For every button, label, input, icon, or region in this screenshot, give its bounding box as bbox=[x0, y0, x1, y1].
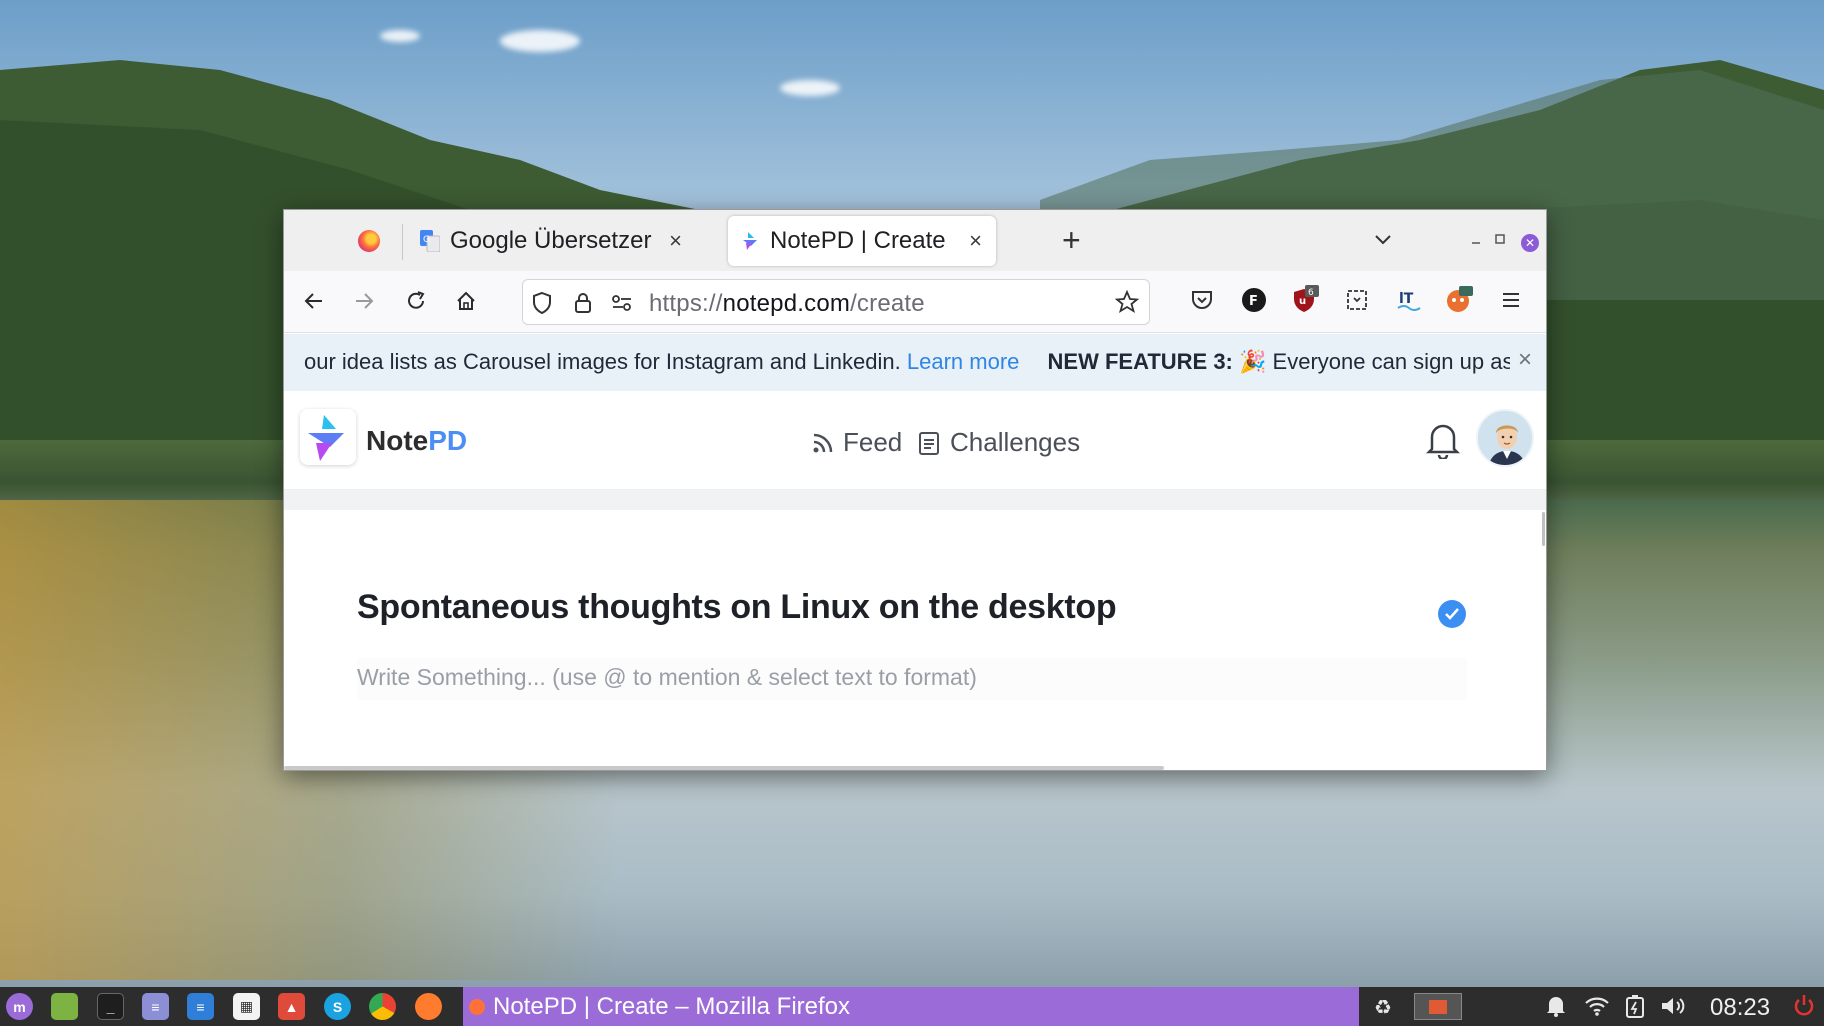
nav-challenges-label: Challenges bbox=[950, 427, 1081, 457]
navigation-toolbar: https://notepd.com/create F u6 lT bbox=[284, 271, 1546, 333]
firefox-icon bbox=[358, 230, 380, 252]
tab-separator bbox=[402, 224, 403, 260]
tracking-protection-shield-icon[interactable] bbox=[531, 291, 553, 320]
firefox-window: G Google Übersetzer × NotePD | Create × … bbox=[283, 209, 1547, 771]
nav-feed[interactable]: Feed bbox=[811, 427, 902, 458]
list-all-tabs-icon[interactable] bbox=[1372, 228, 1394, 255]
url-path: /create bbox=[850, 290, 925, 317]
power-icon[interactable] bbox=[1792, 993, 1816, 1025]
url-bar[interactable]: https://notepd.com/create bbox=[522, 279, 1150, 325]
feedly-extension-icon[interactable]: F bbox=[1239, 285, 1269, 315]
tab-notepd-create[interactable]: NotePD | Create × bbox=[728, 216, 996, 266]
idea-editor-field[interactable]: Write Something... (use @ to mention & s… bbox=[357, 658, 1467, 700]
list-title-input[interactable]: Spontaneous thoughts on Linux on the des… bbox=[357, 588, 1117, 627]
rss-icon bbox=[813, 433, 833, 452]
forward-icon[interactable] bbox=[346, 283, 382, 319]
svg-text:G: G bbox=[423, 235, 430, 245]
banner-feature-text: Everyone can sign up as p bbox=[1272, 349, 1532, 374]
svg-text:u: u bbox=[1299, 296, 1306, 307]
hamburger-menu-icon[interactable] bbox=[1496, 285, 1526, 315]
trash-icon[interactable]: ♻ bbox=[1374, 995, 1392, 1020]
workspace-switcher[interactable] bbox=[1414, 993, 1462, 1020]
mint-menu-icon[interactable]: m bbox=[6, 993, 33, 1020]
brand-pd: PD bbox=[428, 425, 468, 456]
vertical-scrollbar[interactable] bbox=[1542, 512, 1545, 546]
tab-label: Google Übersetzer bbox=[450, 227, 652, 254]
minimize-icon[interactable] bbox=[1470, 232, 1482, 250]
taskbar-window-title: NotePD | Create – Mozilla Firefox bbox=[493, 992, 851, 1020]
notification-bell-icon[interactable] bbox=[1425, 421, 1461, 464]
checkmark-icon[interactable] bbox=[1438, 600, 1466, 628]
party-emoji-icon: 🎉 bbox=[1239, 349, 1267, 374]
site-brand[interactable]: NotePD bbox=[366, 425, 467, 457]
new-tab-button[interactable]: + bbox=[1062, 222, 1081, 259]
tab-bar: G Google Übersetzer × NotePD | Create × … bbox=[284, 210, 1546, 271]
impress-icon[interactable]: ▲ bbox=[278, 993, 305, 1020]
announcement-banner: our idea lists as Carousel images for In… bbox=[284, 334, 1546, 391]
taskbar-active-window[interactable]: NotePD | Create – Mozilla Firefox bbox=[463, 987, 1359, 1026]
reload-icon[interactable] bbox=[398, 283, 434, 319]
chrome-icon[interactable] bbox=[369, 993, 396, 1020]
notepd-favicon bbox=[740, 231, 760, 251]
workspace-window-thumb bbox=[1429, 1000, 1447, 1014]
languagetool-icon[interactable]: lT bbox=[1394, 285, 1424, 315]
banner-feature-label: NEW FEATURE 3: bbox=[1047, 349, 1233, 374]
nav-challenges[interactable]: Challenges bbox=[918, 427, 1080, 458]
clock[interactable]: 08:23 bbox=[1710, 994, 1770, 1022]
taskbar: m _ ≡ ≡ ▦ ▲ S NotePD | Create – Mozilla … bbox=[0, 987, 1824, 1026]
bookmark-star-icon[interactable] bbox=[1114, 289, 1140, 319]
firefox-launcher-icon[interactable] bbox=[415, 993, 442, 1020]
banner-close-icon[interactable]: × bbox=[1509, 346, 1532, 374]
notepd-logo-icon[interactable] bbox=[300, 409, 356, 465]
create-list-editor: Spontaneous thoughts on Linux on the des… bbox=[284, 510, 1546, 770]
ublock-badge-count: 6 bbox=[1308, 288, 1314, 298]
tampermonkey-icon[interactable] bbox=[1444, 285, 1474, 315]
svg-text:lT: lT bbox=[1399, 291, 1414, 307]
url-scheme: https:// bbox=[649, 290, 723, 317]
google-translate-icon: G bbox=[420, 230, 441, 253]
url-host: notepd.com bbox=[722, 290, 851, 317]
tab-close-icon[interactable]: × bbox=[669, 228, 682, 254]
page-divider bbox=[284, 490, 1546, 510]
user-avatar[interactable] bbox=[1476, 409, 1534, 467]
tab-firefox-view[interactable] bbox=[344, 216, 394, 266]
nav-feed-label: Feed bbox=[843, 427, 903, 457]
url-text: https://notepd.com/create bbox=[649, 290, 925, 318]
ublock-origin-icon[interactable]: u6 bbox=[1290, 285, 1320, 315]
tab-google-translate[interactable]: G Google Übersetzer × bbox=[412, 216, 696, 266]
window-close-icon[interactable]: ✕ bbox=[1521, 234, 1539, 252]
pocket-icon[interactable] bbox=[1187, 285, 1217, 315]
maximize-icon[interactable] bbox=[1494, 232, 1506, 250]
calculator-icon[interactable]: ▦ bbox=[233, 993, 260, 1020]
home-icon[interactable] bbox=[448, 283, 484, 319]
firefox-task-icon bbox=[469, 998, 485, 1015]
tab-close-icon[interactable]: × bbox=[969, 228, 982, 254]
text-editor-icon[interactable]: ≡ bbox=[142, 993, 169, 1020]
skype-icon[interactable]: S bbox=[324, 993, 351, 1020]
terminal-icon[interactable]: _ bbox=[97, 993, 124, 1020]
volume-icon[interactable] bbox=[1660, 995, 1688, 1023]
banner-text: our idea lists as Carousel images for In… bbox=[304, 349, 901, 374]
file-manager-icon[interactable] bbox=[51, 993, 78, 1020]
site-header: NotePD Feed Challenges bbox=[284, 391, 1546, 490]
tab-label: NotePD | Create bbox=[770, 227, 946, 254]
writer-icon[interactable]: ≡ bbox=[187, 993, 214, 1020]
back-icon[interactable] bbox=[296, 283, 332, 319]
horizontal-scrollbar[interactable] bbox=[284, 766, 1164, 770]
permissions-icon[interactable] bbox=[611, 293, 633, 318]
brand-note: Note bbox=[366, 425, 429, 456]
lock-icon[interactable] bbox=[573, 291, 593, 320]
screenshot-icon[interactable] bbox=[1342, 285, 1372, 315]
svg-text:F: F bbox=[1249, 294, 1258, 309]
clipboard-icon bbox=[919, 431, 939, 455]
banner-marquee: our idea lists as Carousel images for In… bbox=[304, 349, 1532, 375]
battery-icon[interactable] bbox=[1624, 995, 1646, 1025]
wifi-icon[interactable] bbox=[1584, 995, 1610, 1023]
learn-more-link[interactable]: Learn more bbox=[907, 349, 1020, 374]
notifications-bell-icon[interactable] bbox=[1546, 995, 1566, 1023]
